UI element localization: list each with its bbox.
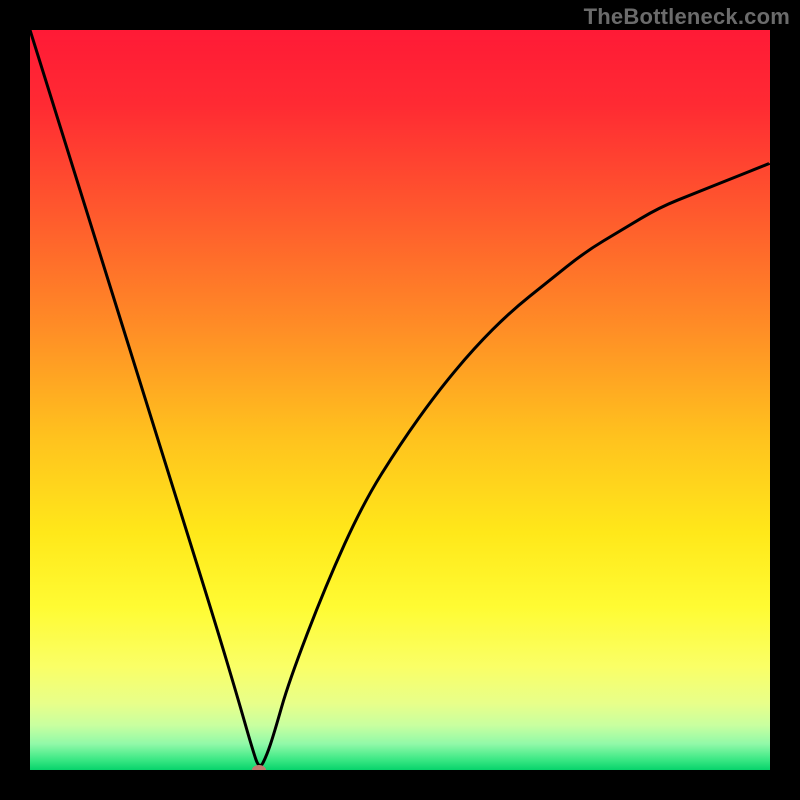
plot-area — [30, 30, 770, 770]
curve-path — [30, 30, 770, 766]
minimum-marker — [252, 765, 266, 770]
chart-frame: TheBottleneck.com — [0, 0, 800, 800]
watermark-text: TheBottleneck.com — [584, 4, 790, 30]
bottleneck-curve — [30, 30, 770, 770]
